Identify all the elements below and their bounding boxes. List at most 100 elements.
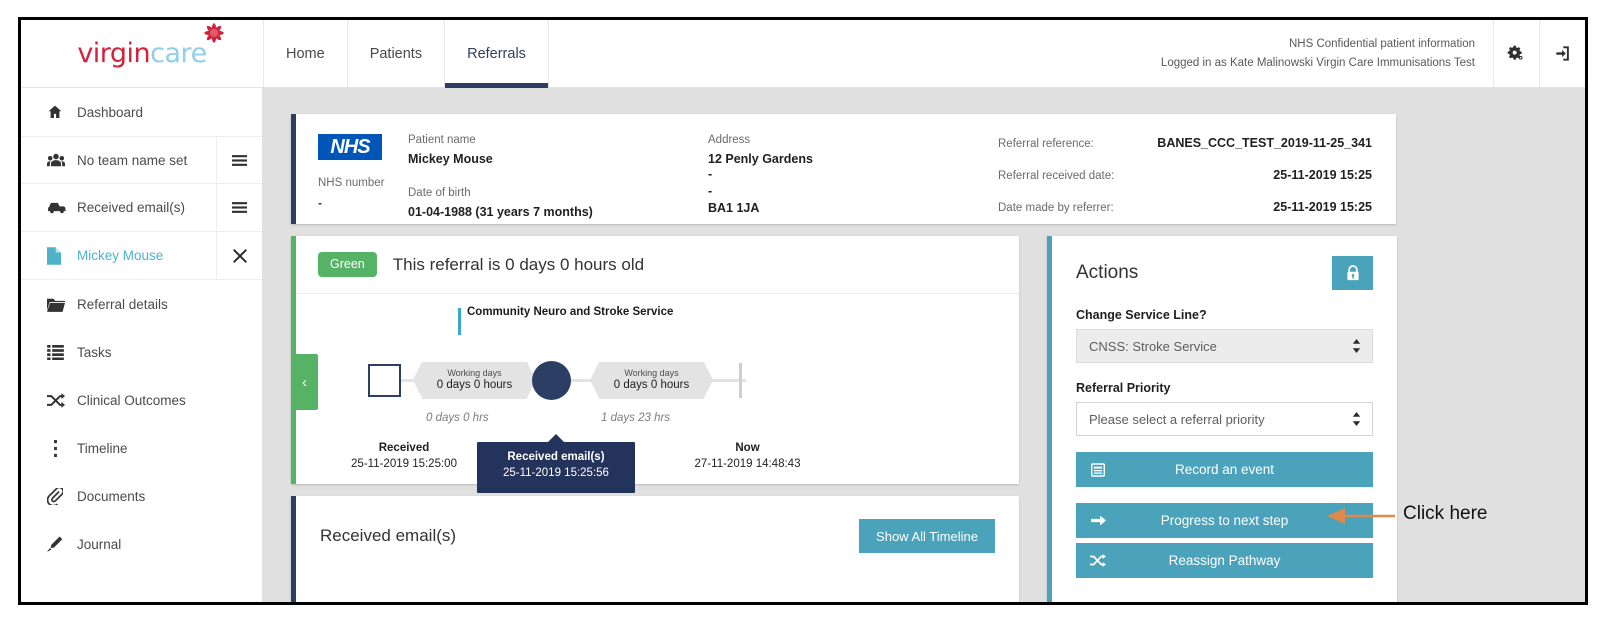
sidebar-label-mickey-mouse: Mickey Mouse <box>77 248 163 263</box>
click-here-annotation: Click here <box>1403 503 1487 525</box>
sidebar-menu-team[interactable] <box>216 137 262 183</box>
patient-name-label: Patient name <box>408 134 708 146</box>
arrow-left-annotation-icon <box>1325 505 1397 527</box>
reassign-pathway-label: Reassign Pathway <box>1076 553 1373 568</box>
nhs-number-block: NHS NHS number - <box>296 134 408 224</box>
address-line1: 12 Penly Gardens <box>708 152 998 166</box>
sidebar-close-mickey-mouse[interactable] <box>216 232 262 279</box>
logged-in-as: Logged in as Kate Malinowski Virgin Care… <box>1161 54 1475 73</box>
sidebar-item-mickey-mouse[interactable]: Mickey Mouse <box>21 232 262 280</box>
hamburger-icon <box>232 154 247 167</box>
screenshot-root: virgincare Home Patients Referrals N <box>0 0 1604 622</box>
sidebar-item-clinical-outcomes[interactable]: Clinical Outcomes <box>21 376 262 424</box>
address-line2: - <box>708 166 998 183</box>
timeline-node-received-email[interactable] <box>532 361 571 400</box>
timeline-milestone-labels: Received 25-11-2019 15:25:00 Received em… <box>296 442 1019 488</box>
sidebar-item-tasks[interactable]: Tasks <box>21 328 262 376</box>
patient-name-value: Mickey Mouse <box>408 152 708 166</box>
sidebar-item-timeline[interactable]: Timeline <box>21 424 262 472</box>
close-icon <box>233 249 247 263</box>
sidebar-item-received-emails[interactable]: Received email(s) <box>21 184 262 232</box>
referral-reference-value: BANES_CCC_TEST_2019-11-25_341 <box>1157 136 1372 150</box>
actions-header: Actions <box>1076 256 1373 290</box>
sidebar-item-documents[interactable]: Documents <box>21 472 262 520</box>
sidebar-label-clinical-outcomes: Clinical Outcomes <box>77 393 186 408</box>
team-people-icon <box>47 152 77 168</box>
received-emails-card: Received email(s) Show All Timeline <box>291 496 1019 602</box>
chip1-working-days-label: Working days <box>447 368 501 378</box>
nhs-number-label: NHS number <box>318 177 408 189</box>
received-emails-title: Received email(s) <box>320 526 456 546</box>
inbox-icon <box>47 200 77 215</box>
record-an-event-button[interactable]: Record an event <box>1076 452 1373 487</box>
confidential-notice: NHS Confidential patient information <box>1289 35 1475 54</box>
milestone-received-email[interactable]: Received email(s) 25-11-2019 15:25:56 <box>477 442 635 493</box>
sidebar-label-tasks: Tasks <box>77 345 112 360</box>
change-service-line-label: Change Service Line? <box>1076 308 1373 322</box>
sidebar-item-journal[interactable]: Journal <box>21 520 262 568</box>
main-nav-tabs: Home Patients Referrals <box>263 20 548 87</box>
sidebar-menu-received-emails[interactable] <box>216 184 262 231</box>
list-icon <box>47 345 77 360</box>
sidebar-label-received-emails: Received email(s) <box>77 200 185 215</box>
actions-lock-button[interactable] <box>1332 256 1373 290</box>
sidebar-label-dashboard: Dashboard <box>77 105 143 120</box>
sidebar-item-team[interactable]: No team name set <box>21 136 262 184</box>
referral-reference-row: Referral reference: BANES_CCC_TEST_2019-… <box>998 136 1372 150</box>
address-label: Address <box>708 134 998 146</box>
date-made-row: Date made by referrer: 25-11-2019 15:25 <box>998 200 1372 214</box>
sidebar-label-team: No team name set <box>77 153 187 168</box>
timeline-node-received[interactable] <box>368 364 401 397</box>
chevron-updown-icon <box>1352 339 1361 353</box>
timeline-track: Working days 0 days 0 hours Working days… <box>296 356 1019 404</box>
timeline-chip-2: Working days 0 days 0 hours <box>599 362 704 399</box>
header-spacer <box>548 20 1161 87</box>
chip2-duration: 0 days 0 hours <box>614 378 689 393</box>
nav-tab-referrals[interactable]: Referrals <box>444 20 549 87</box>
sidebar-item-dashboard[interactable]: Dashboard <box>21 88 262 136</box>
referral-priority-label: Referral Priority <box>1076 381 1373 395</box>
show-all-timeline-button[interactable]: Show All Timeline <box>859 519 995 553</box>
sidebar-label-documents: Documents <box>77 489 145 504</box>
referral-reference-label: Referral reference: <box>998 138 1094 150</box>
sidebar-item-referral-details[interactable]: Referral details <box>21 280 262 328</box>
status-badge: Green <box>318 252 377 277</box>
settings-button[interactable] <box>1493 20 1539 87</box>
nav-tab-patients[interactable]: Patients <box>347 20 445 87</box>
reassign-pathway-button[interactable]: Reassign Pathway <box>1076 543 1373 578</box>
gear-icon <box>1507 44 1526 63</box>
lock-icon <box>1346 265 1360 281</box>
shuffle-icon <box>47 393 77 408</box>
logout-button[interactable] <box>1539 20 1585 87</box>
calendar-icon <box>1076 463 1120 477</box>
timeline-elapsed-2: 1 days 23 hrs <box>601 412 670 424</box>
app-header: virgincare Home Patients Referrals N <box>21 20 1585 88</box>
referral-received-value: 25-11-2019 15:25 <box>1273 168 1372 182</box>
nhs-logo: NHS <box>318 134 382 160</box>
milestone-received-time: 25-11-2019 15:25:00 <box>334 458 474 470</box>
referral-meta-block: Referral reference: BANES_CCC_TEST_2019-… <box>998 134 1396 224</box>
nhs-number-value: - <box>318 196 408 210</box>
brand-logo[interactable]: virgincare <box>21 20 263 87</box>
address-postcode: BA1 1JA <box>708 200 998 217</box>
paperclip-icon <box>47 488 77 505</box>
arrow-right-icon <box>1076 514 1120 527</box>
milestone-now-time: 27-11-2019 14:48:43 <box>670 458 825 470</box>
service-line-name: Community Neuro and Stroke Service <box>467 306 673 318</box>
virgincare-wordmark: virgincare <box>77 40 206 67</box>
pen-icon <box>47 536 77 552</box>
nav-tab-home[interactable]: Home <box>263 20 348 87</box>
referral-timeline-card: ‹ Green This referral is 0 days 0 hours … <box>291 236 1019 484</box>
timeline-header: Green This referral is 0 days 0 hours ol… <box>296 236 1019 294</box>
change-service-line-select[interactable]: CNSS: Stroke Service <box>1076 329 1373 363</box>
timeline-node-now <box>739 363 742 398</box>
timeline-age-title: This referral is 0 days 0 hours old <box>393 255 644 275</box>
date-made-label: Date made by referrer: <box>998 202 1114 214</box>
address-block: Address 12 Penly Gardens - - BA1 1JA <box>708 134 998 224</box>
milestone-received-name: Received <box>334 442 474 454</box>
sidebar-label-journal: Journal <box>77 537 121 552</box>
timeline-elapsed-1: 0 days 0 hrs <box>426 412 489 424</box>
patient-identity-block: Patient name Mickey Mouse Date of birth … <box>408 134 708 224</box>
record-an-event-label: Record an event <box>1076 462 1373 477</box>
referral-priority-select[interactable]: Please select a referral priority <box>1076 402 1373 436</box>
